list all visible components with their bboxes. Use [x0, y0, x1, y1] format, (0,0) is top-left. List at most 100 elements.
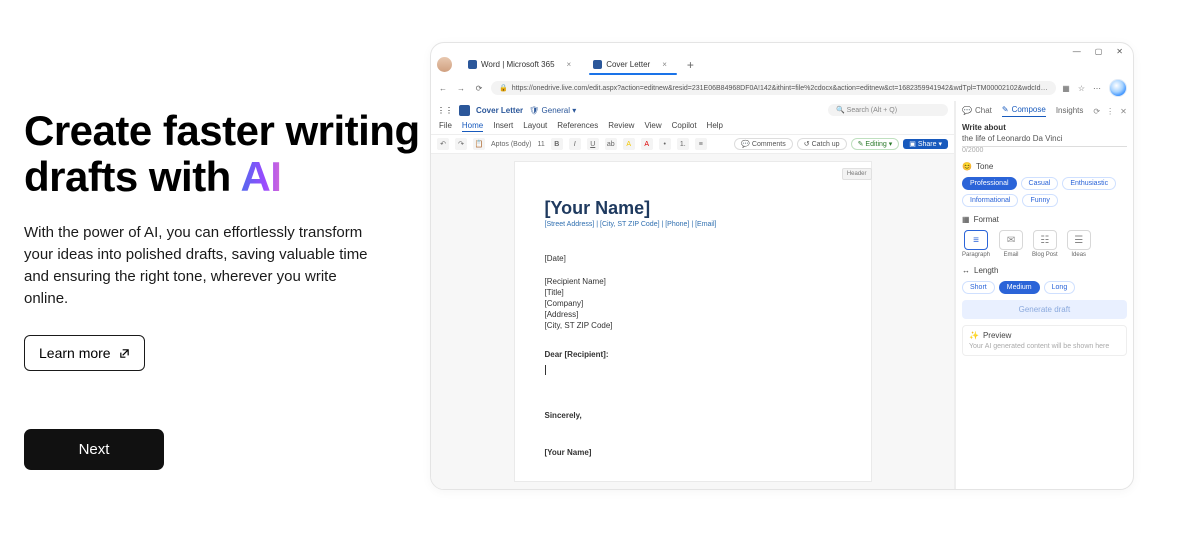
- bullets-icon[interactable]: •: [659, 138, 671, 150]
- app-menu-icon[interactable]: ▦: [1062, 84, 1070, 93]
- numbering-icon[interactable]: 1.: [677, 138, 689, 150]
- document-page[interactable]: Header [Your Name] [Street Address] | [C…: [515, 162, 871, 481]
- tab-label: Cover Letter: [606, 60, 650, 69]
- close-icon[interactable]: ✕: [1116, 47, 1123, 56]
- italic-icon[interactable]: I: [569, 138, 581, 150]
- favorites-icon[interactable]: ☆: [1078, 84, 1085, 93]
- address-bar[interactable]: 🔒https://onedrive.live.com/edit.aspx?act…: [491, 81, 1056, 95]
- tab-label: Word | Microsoft 365: [481, 60, 555, 69]
- doc-recipient-title: [Title]: [545, 288, 841, 297]
- browser-window: — ▢ ✕ Word | Microsoft 365 × Cover Lette…: [430, 42, 1134, 490]
- doc-recipient-name: [Recipient Name]: [545, 277, 841, 286]
- copilot-tab-compose[interactable]: ✎ Compose: [1002, 105, 1046, 117]
- learn-more-label: Learn more: [39, 345, 111, 361]
- app-side-rail: + ◐ ⚙: [1133, 101, 1134, 489]
- char-count: 0/2000: [962, 147, 1127, 154]
- document-title[interactable]: Cover Letter: [476, 106, 523, 115]
- text-cursor: [545, 365, 546, 375]
- menu-help[interactable]: Help: [707, 121, 723, 132]
- length-long[interactable]: Long: [1044, 281, 1076, 294]
- refresh-icon[interactable]: ⟳: [1093, 107, 1100, 116]
- compose-prompt-input[interactable]: the life of Leonardo Da Vinci: [962, 132, 1127, 147]
- menu-references[interactable]: References: [557, 121, 598, 132]
- word-favicon-icon: [468, 60, 477, 69]
- redo-icon[interactable]: ↷: [455, 138, 467, 150]
- copilot-tab-chat[interactable]: 💬 Chat: [962, 106, 992, 117]
- search-input[interactable]: 🔍 Search (Alt + Q): [828, 104, 948, 116]
- write-about-label: Write about: [962, 123, 1127, 132]
- nav-forward-icon[interactable]: →: [455, 82, 467, 94]
- font-selector[interactable]: Aptos (Body): [491, 141, 531, 148]
- external-link-icon: [119, 348, 130, 359]
- doc-city-zip: [City, ST ZIP Code]: [545, 321, 841, 330]
- menu-review[interactable]: Review: [608, 121, 634, 132]
- new-tab-button[interactable]: +: [681, 58, 700, 72]
- length-label: ↔ Length: [962, 266, 1127, 275]
- highlight-icon[interactable]: A: [623, 138, 635, 150]
- tab-word365[interactable]: Word | Microsoft 365 ×: [460, 56, 585, 73]
- tone-informational[interactable]: Informational: [962, 194, 1018, 207]
- paste-icon[interactable]: 📋: [473, 138, 485, 150]
- generate-draft-button[interactable]: Generate draft: [962, 300, 1127, 319]
- editing-mode-button[interactable]: ✎ Editing ▾: [851, 138, 900, 150]
- copilot-panel: 💬 Chat ✎ Compose Insights ⟳ ⋮ ✕ Write ab…: [955, 101, 1133, 489]
- profile-avatar[interactable]: [437, 57, 452, 72]
- menu-file[interactable]: File: [439, 121, 452, 132]
- share-button[interactable]: ▣ Share ▾: [903, 139, 948, 149]
- panel-close-icon[interactable]: ✕: [1120, 107, 1127, 116]
- maximize-icon[interactable]: ▢: [1095, 47, 1103, 56]
- minimize-icon[interactable]: —: [1073, 47, 1081, 56]
- menu-home[interactable]: Home: [462, 121, 483, 132]
- next-button[interactable]: Next: [24, 429, 164, 470]
- menu-view[interactable]: View: [644, 121, 661, 132]
- doc-closing: Sincerely,: [545, 411, 841, 420]
- bing-copilot-icon[interactable]: [1109, 79, 1127, 97]
- extensions-icon[interactable]: ⋯: [1093, 84, 1101, 93]
- format-email[interactable]: ✉Email: [999, 230, 1023, 258]
- tab-close-icon[interactable]: ×: [567, 60, 572, 69]
- font-size-selector[interactable]: 11: [537, 141, 544, 148]
- tone-enthusiastic[interactable]: Enthusiastic: [1062, 177, 1116, 190]
- length-medium[interactable]: Medium: [999, 281, 1040, 294]
- learn-more-button[interactable]: Learn more: [24, 335, 145, 371]
- more-icon[interactable]: ⋮: [1106, 107, 1114, 116]
- format-ideas[interactable]: ☰Ideas: [1067, 230, 1091, 258]
- comments-button[interactable]: 💬 Comments: [734, 138, 793, 150]
- nav-back-icon[interactable]: ←: [437, 82, 449, 94]
- strikethrough-icon[interactable]: ab: [605, 138, 617, 150]
- underline-icon[interactable]: U: [587, 138, 599, 150]
- menu-copilot[interactable]: Copilot: [672, 121, 697, 132]
- header-region-label: Header: [842, 168, 872, 180]
- word-logo-icon: [459, 105, 470, 116]
- page-blurb: With the power of AI, you can effortless…: [24, 222, 374, 309]
- apps-grid-icon[interactable]: ⋮⋮: [437, 106, 453, 115]
- headline-text: Create faster writing drafts with: [24, 107, 420, 200]
- tone-funny[interactable]: Funny: [1022, 194, 1057, 207]
- menu-bar: File Home Insert Layout References Revie…: [431, 119, 954, 135]
- doc-signature: [Your Name]: [545, 448, 841, 457]
- sensitivity-badge[interactable]: 🛡 General ▾: [529, 106, 576, 115]
- doc-salutation: Dear [Recipient]:: [545, 350, 841, 359]
- nav-refresh-icon[interactable]: ⟳: [473, 82, 485, 94]
- length-short[interactable]: Short: [962, 281, 995, 294]
- doc-date: [Date]: [545, 254, 841, 263]
- menu-insert[interactable]: Insert: [493, 121, 513, 132]
- lock-icon: 🔒: [499, 85, 508, 92]
- window-controls: — ▢ ✕: [431, 43, 1133, 56]
- catchup-button[interactable]: ↺ Catch up: [797, 138, 847, 150]
- align-icon[interactable]: ≡: [695, 138, 707, 150]
- format-paragraph[interactable]: ≡Paragraph: [962, 230, 990, 258]
- font-color-icon[interactable]: A: [641, 138, 653, 150]
- preview-placeholder: Your AI generated content will be shown …: [969, 343, 1120, 350]
- tone-casual[interactable]: Casual: [1021, 177, 1059, 190]
- copilot-tab-insights[interactable]: Insights: [1056, 106, 1084, 117]
- tab-close-icon[interactable]: ×: [662, 60, 667, 69]
- tab-cover-letter[interactable]: Cover Letter ×: [585, 56, 681, 73]
- undo-icon[interactable]: ↶: [437, 138, 449, 150]
- format-blogpost[interactable]: ☷Blog Post: [1032, 230, 1058, 258]
- word-favicon-icon: [593, 60, 602, 69]
- bold-icon[interactable]: B: [551, 138, 563, 150]
- doc-address: [Address]: [545, 310, 841, 319]
- menu-layout[interactable]: Layout: [523, 121, 547, 132]
- tone-professional[interactable]: Professional: [962, 177, 1017, 190]
